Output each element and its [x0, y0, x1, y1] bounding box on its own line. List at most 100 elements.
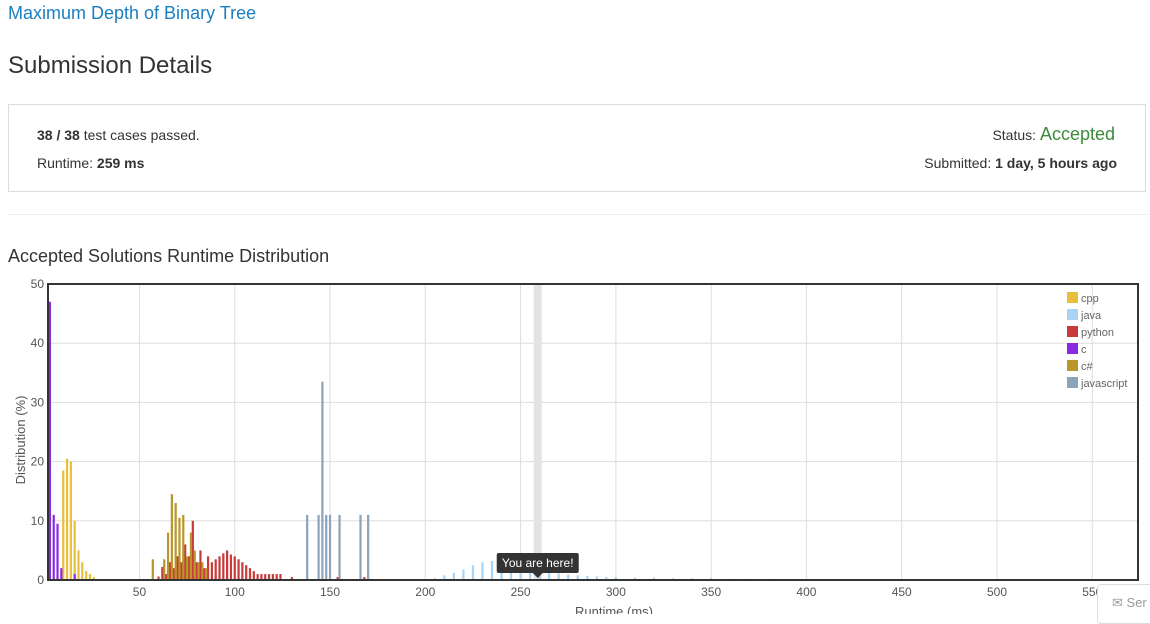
bar-csharp — [193, 550, 196, 580]
bar-python — [210, 562, 213, 580]
bar-c — [52, 514, 55, 580]
status-summary: Status: Accepted — [992, 124, 1115, 145]
bar-javascript — [367, 514, 370, 580]
x-tick-label: 500 — [987, 585, 1007, 599]
legend-label: java — [1080, 310, 1102, 322]
legend-swatch — [1067, 309, 1078, 320]
x-tick-label: 400 — [796, 585, 816, 599]
bar-javascript — [328, 514, 332, 580]
problem-title-link[interactable]: Maximum Depth of Binary Tree — [8, 3, 256, 24]
bar-c — [56, 523, 59, 580]
bar-python — [218, 556, 221, 580]
bar-java — [481, 562, 484, 580]
bar-java — [548, 572, 551, 580]
bar-java — [452, 572, 455, 580]
x-tick-label: 100 — [225, 585, 245, 599]
bar-python — [199, 550, 202, 580]
bar-javascript — [306, 514, 309, 580]
status-label: Status: — [992, 127, 1037, 143]
bar-python — [168, 562, 172, 580]
submission-summary-panel: 38 / 38 test cases passed. Runtime: 259 … — [8, 104, 1146, 192]
bar-cpp — [65, 458, 69, 580]
x-axis-label: Runtime (ms) — [575, 604, 653, 614]
bar-cpp — [69, 461, 72, 580]
mail-icon: ✉ — [1112, 595, 1123, 610]
y-tick-label: 20 — [31, 455, 45, 469]
legend-swatch — [1067, 377, 1078, 388]
bar-python — [184, 544, 187, 580]
plot-area — [48, 284, 1138, 580]
bar-java — [462, 569, 465, 580]
bar-python — [226, 550, 229, 580]
bar-c — [48, 301, 52, 580]
legend-swatch — [1067, 343, 1078, 354]
bar-cpp — [73, 520, 76, 580]
y-tick-label: 0 — [37, 573, 44, 587]
bar-python — [203, 568, 206, 580]
runtime-value: 259 ms — [96, 155, 145, 171]
bar-python — [237, 559, 240, 580]
runtime-summary: Runtime: 259 ms — [37, 155, 144, 171]
bar-python — [195, 562, 198, 580]
legend-swatch — [1067, 360, 1078, 371]
bar-python — [233, 556, 236, 580]
bar-csharp — [163, 559, 166, 580]
legend-label: c# — [1081, 361, 1094, 373]
test-cases-summary: 38 / 38 test cases passed. — [37, 127, 200, 143]
bar-csharp — [201, 562, 204, 580]
bar-python — [172, 568, 175, 580]
bar-csharp — [186, 556, 189, 580]
y-tick-label: 30 — [31, 395, 45, 409]
bar-java — [490, 561, 494, 580]
bar-csharp — [178, 517, 181, 580]
page-title: Submission Details — [8, 52, 213, 79]
bar-python — [222, 553, 225, 580]
submitted-value: 1 day, 5 hours ago — [995, 155, 1117, 171]
distribution-title: Accepted Solutions Runtime Distribution — [8, 246, 330, 266]
bar-python — [187, 556, 191, 580]
bar-python — [248, 568, 252, 580]
bar-csharp — [182, 514, 185, 580]
tooltip-label: You are here! — [502, 556, 574, 570]
bar-javascript — [359, 514, 362, 580]
bar-java — [471, 565, 475, 580]
y-tick-label: 50 — [31, 277, 45, 291]
send-label: Ser — [1126, 595, 1147, 610]
legend-label: javascript — [1080, 378, 1127, 390]
bar-javascript — [325, 514, 328, 580]
bar-csharp — [189, 532, 193, 580]
section-divider — [8, 214, 1148, 215]
legend-label: cpp — [1081, 293, 1099, 305]
you-are-here-band — [533, 284, 542, 580]
bar-csharp — [170, 494, 173, 580]
bar-python — [252, 571, 255, 580]
runtime-label: Runtime: — [37, 155, 94, 171]
x-tick-label: 150 — [320, 585, 340, 599]
x-tick-label: 200 — [415, 585, 435, 599]
submitted-summary: Submitted: 1 day, 5 hours ago — [924, 155, 1117, 171]
bar-csharp — [151, 559, 154, 580]
cases-suffix: test cases passed. — [83, 127, 200, 143]
bar-javascript — [338, 514, 341, 580]
cases-passed-count: 38 / 38 — [37, 127, 80, 143]
y-tick-label: 10 — [31, 514, 45, 528]
legend-label: c — [1081, 344, 1087, 356]
bar-cpp — [85, 571, 88, 580]
send-feedback-button[interactable]: ✉ Ser — [1097, 584, 1150, 624]
bar-python — [214, 559, 217, 580]
bar-python — [191, 520, 194, 580]
bar-csharp — [197, 562, 200, 580]
bar-javascript — [317, 514, 320, 580]
bar-python — [241, 562, 244, 580]
bar-python — [206, 556, 210, 580]
bar-python — [180, 562, 183, 580]
bar-csharp — [166, 532, 170, 580]
legend-swatch — [1067, 292, 1078, 303]
bar-python — [176, 556, 179, 580]
bar-python — [229, 554, 233, 580]
bar-cpp — [77, 550, 80, 580]
bar-python — [161, 566, 164, 580]
y-axis-label: Distribution (%) — [13, 396, 28, 485]
bar-cpp — [62, 470, 65, 580]
bar-javascript — [321, 381, 324, 580]
